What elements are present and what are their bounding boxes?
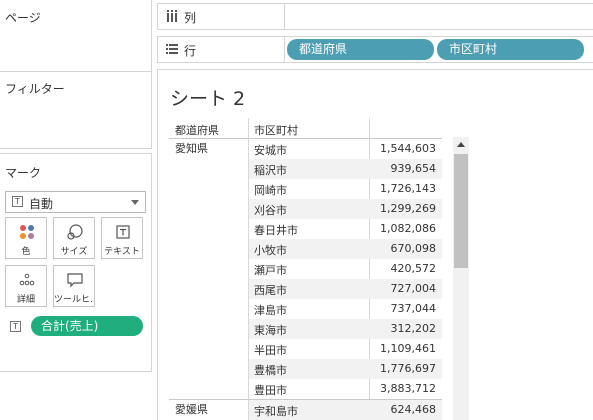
text-mark-icon: T <box>12 196 23 207</box>
value-cell: 1,726,143 <box>380 182 436 195</box>
rows-shelf[interactable]: 行 都道府県 市区町村 <box>157 36 593 63</box>
value-cell: 420,572 <box>390 262 437 275</box>
scroll-up-icon[interactable] <box>457 142 465 147</box>
value-cell: 624,468 <box>390 403 437 416</box>
scroll-thumb[interactable] <box>454 154 468 268</box>
detail-button-label: 詳細 <box>16 295 35 305</box>
color-button-label: 色 <box>21 247 31 257</box>
mark-type-dropdown[interactable]: T 自動 <box>5 191 146 213</box>
marks-card: マーク T 自動 色 サイズ テキスト 詳細 ツールヒ. T 合計(売上) <box>0 153 152 372</box>
header-city: 市区町村 <box>254 124 298 137</box>
value-cell: 1,776,697 <box>380 362 436 375</box>
marks-title: マーク <box>5 166 42 180</box>
row-pill-prefecture[interactable]: 都道府県 <box>287 39 434 60</box>
city-cell: 豊橋市 <box>254 364 287 377</box>
size-icon <box>67 224 83 240</box>
detail-button[interactable]: 詳細 <box>5 265 47 307</box>
city-cell: 刈谷市 <box>254 204 287 217</box>
tooltip-icon <box>67 273 83 288</box>
value-cell: 939,654 <box>390 162 437 175</box>
sheet-title: シート 2 <box>170 88 246 110</box>
city-cell: 東海市 <box>254 324 287 337</box>
row-pill-city[interactable]: 市区町村 <box>437 39 584 60</box>
city-cell: 豊田市 <box>254 384 287 397</box>
table-row: 刈谷市 1,299,269 <box>249 199 442 219</box>
columns-shelf[interactable]: 列 <box>157 3 593 30</box>
size-button[interactable]: サイズ <box>53 217 95 259</box>
table-row: 豊田市 3,883,712 <box>249 379 442 399</box>
filters-card[interactable]: フィルター <box>0 71 152 149</box>
value-cell: 312,202 <box>390 322 437 335</box>
vertical-scrollbar[interactable] <box>453 137 469 420</box>
columns-shelf-label: 列 <box>158 4 285 29</box>
value-cell: 670,098 <box>390 242 437 255</box>
city-cell: 宇和島市 <box>254 405 298 418</box>
city-cell: 春日井市 <box>254 224 298 237</box>
prefecture-label: 愛知県 <box>175 142 208 155</box>
table-row: 宇和島市 624,468 <box>249 400 442 420</box>
left-panel-bottom <box>0 372 152 420</box>
table-row: 春日井市 1,082,086 <box>249 219 442 239</box>
table-row: 東海市 312,202 <box>249 319 442 339</box>
color-icon <box>20 225 34 239</box>
columns-label: 列 <box>184 11 197 25</box>
text-icon <box>116 225 130 239</box>
value-cell: 1,082,086 <box>380 222 436 235</box>
detail-icon <box>19 273 35 286</box>
tooltip-button[interactable]: ツールヒ... <box>53 265 95 307</box>
pages-card[interactable]: ページ <box>0 0 152 73</box>
columns-icon <box>167 10 177 22</box>
table-row: 小牧市 670,098 <box>249 239 442 259</box>
tooltip-button-label: ツールヒ... <box>54 295 94 305</box>
city-cell: 半田市 <box>254 344 287 357</box>
value-cell: 1,109,461 <box>380 342 436 355</box>
table-row: 岡崎市 1,726,143 <box>249 179 442 199</box>
city-cell: 瀬戸市 <box>254 264 287 277</box>
size-button-label: サイズ <box>60 247 88 257</box>
prefecture-label: 愛媛県 <box>175 403 208 416</box>
table-row: 稲沢市 939,654 <box>249 159 442 179</box>
color-button[interactable]: 色 <box>5 217 47 259</box>
value-cell: 727,004 <box>390 282 437 295</box>
worksheet-view[interactable]: シート 2 都道府県 市区町村 愛知県 安城市 1,544,603 稲沢市 93… <box>157 69 593 420</box>
city-cell: 津島市 <box>254 304 287 317</box>
city-cell: 安城市 <box>254 144 287 157</box>
rows-label: 行 <box>184 44 197 58</box>
table-row: 瀬戸市 420,572 <box>249 259 442 279</box>
measure-pill[interactable]: 合計(売上) <box>31 316 143 336</box>
text-mark-icon: T <box>10 321 21 332</box>
value-cell: 3,883,712 <box>380 382 436 395</box>
mark-type-label: 自動 <box>29 197 54 211</box>
table-row: 半田市 1,109,461 <box>249 339 442 359</box>
text-button[interactable]: テキスト <box>101 217 143 259</box>
table-row: 豊橋市 1,776,697 <box>249 359 442 379</box>
rows-shelf-label: 行 <box>158 37 285 62</box>
value-cell: 737,044 <box>390 302 437 315</box>
text-button-label: テキスト <box>104 247 140 257</box>
city-cell: 小牧市 <box>254 244 287 257</box>
value-cell: 1,544,603 <box>380 142 436 155</box>
table-row: 津島市 737,044 <box>249 299 442 319</box>
header-prefecture: 都道府県 <box>175 124 219 137</box>
pages-title: ページ <box>5 11 41 25</box>
rows-icon <box>166 44 178 54</box>
city-cell: 西尾市 <box>254 284 287 297</box>
city-cell: 岡崎市 <box>254 184 287 197</box>
table-row: 安城市 1,544,603 <box>249 139 442 159</box>
chevron-down-icon <box>131 200 139 205</box>
measure-row: T 合計(売上) <box>5 316 147 338</box>
table-row: 西尾市 727,004 <box>249 279 442 299</box>
value-cell: 1,299,269 <box>380 202 436 215</box>
filters-title: フィルター <box>5 82 65 96</box>
city-cell: 稲沢市 <box>254 164 287 177</box>
